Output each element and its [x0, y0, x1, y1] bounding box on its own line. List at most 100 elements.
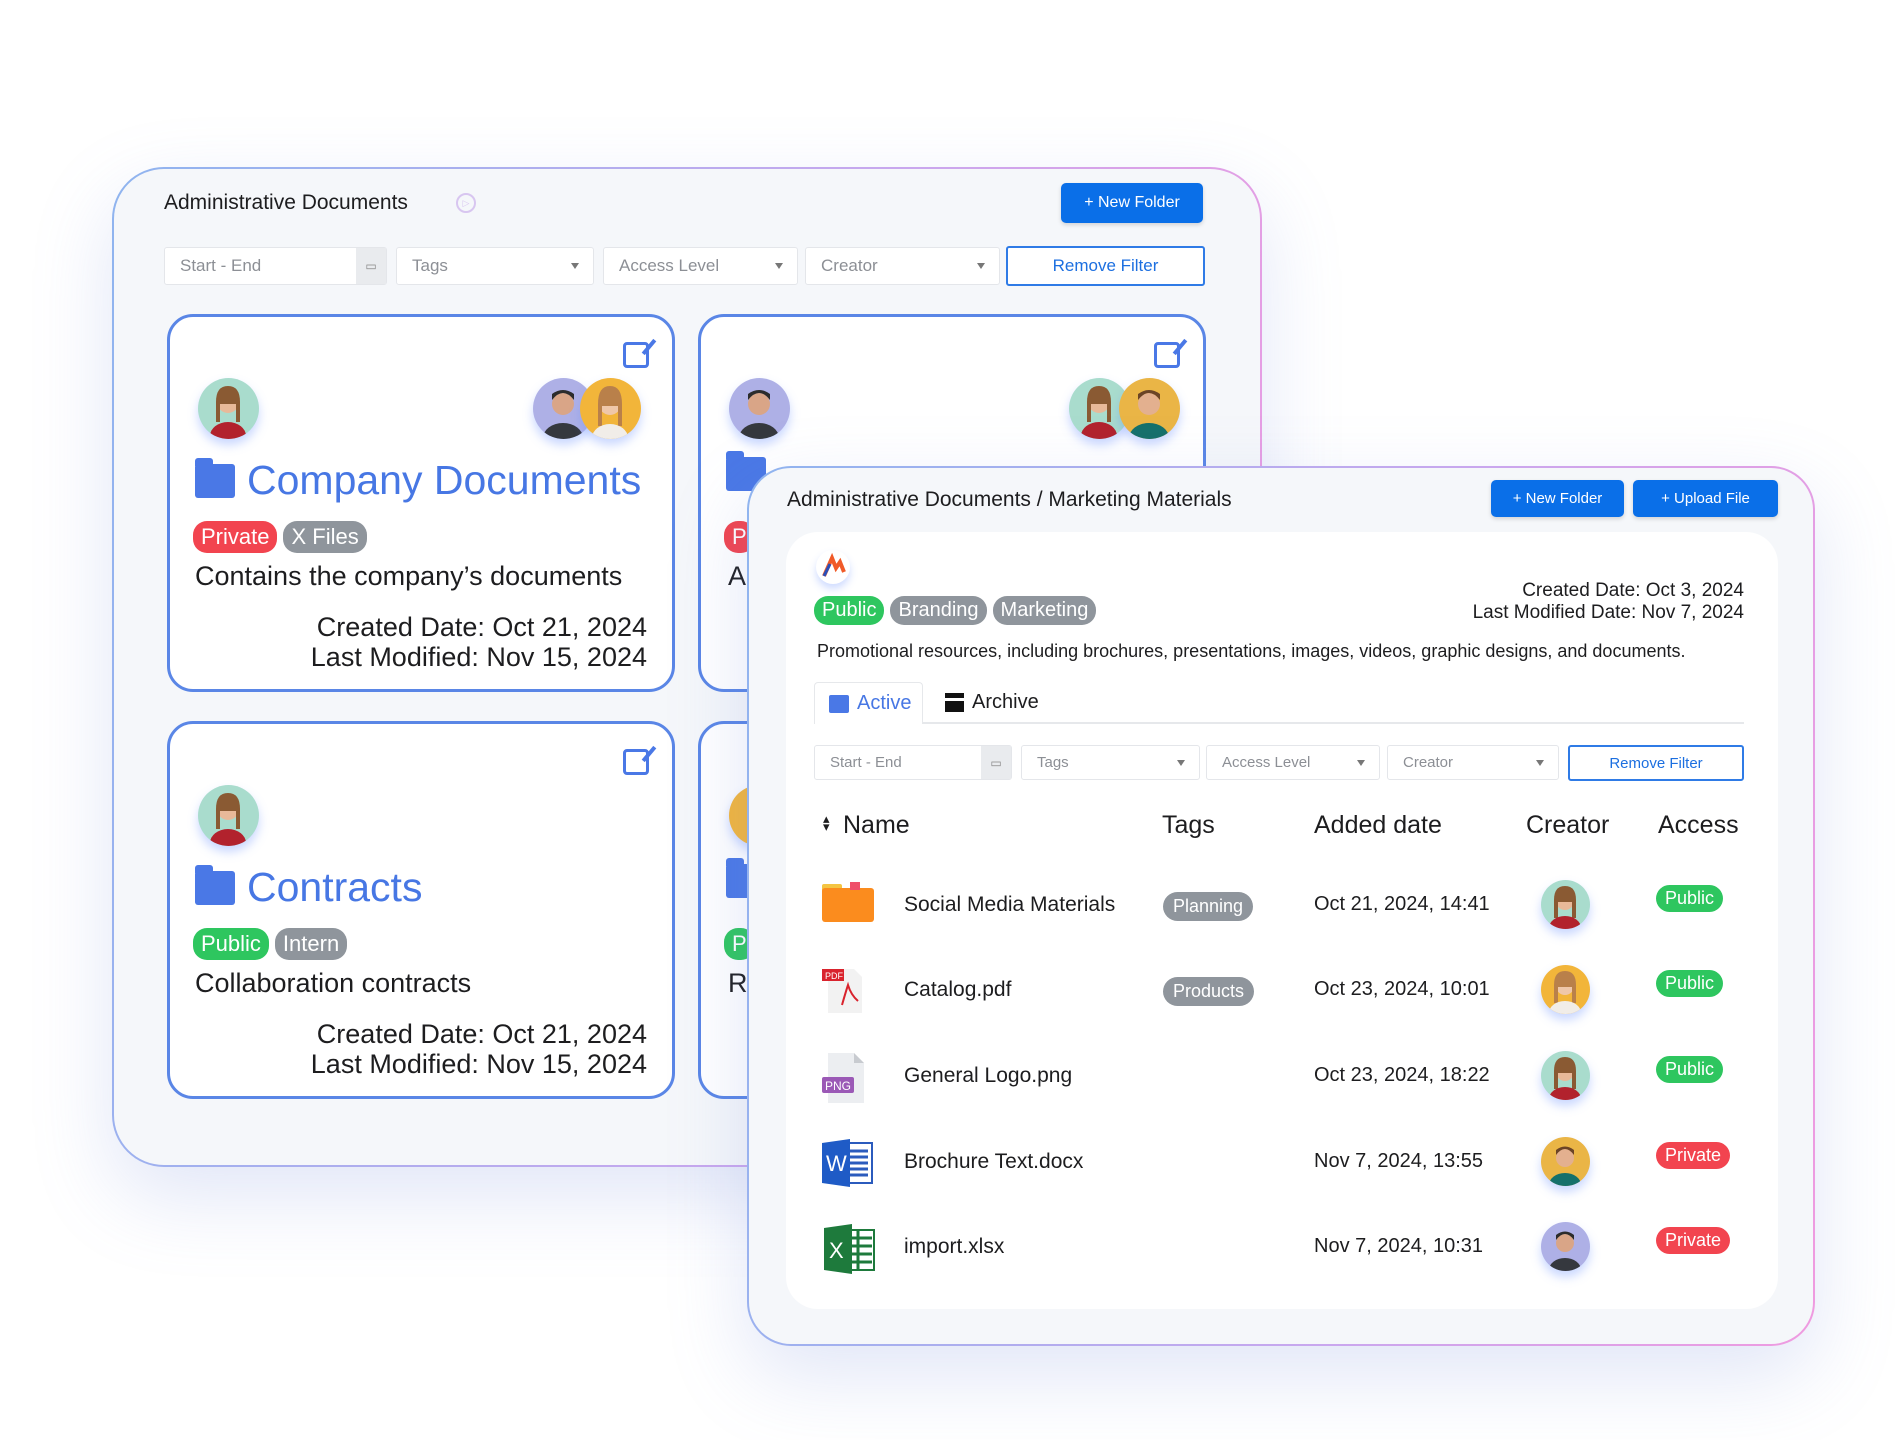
avatar [729, 378, 790, 439]
chevron-down-icon [977, 263, 985, 269]
edit-icon[interactable] [623, 342, 649, 368]
table-row[interactable]: W Brochure Text.docx Nov 7, 2024, 13:55 … [786, 1133, 1778, 1193]
tag-list: Public Intern [193, 928, 353, 960]
folder-description: A [728, 561, 747, 591]
tab-active[interactable]: Active [814, 682, 923, 724]
folder-dates: Created Date: Oct 3, 2024 Last Modified D… [1472, 580, 1744, 623]
creator-avatar [1541, 880, 1590, 929]
folder-card-company-documents[interactable]: Company Documents Private X Files Contain… [167, 314, 675, 692]
edit-icon[interactable] [1154, 342, 1180, 368]
tab-archive[interactable]: Archive [945, 682, 1039, 722]
chevron-down-icon [775, 263, 783, 269]
added-date: Nov 7, 2024, 13:55 [1314, 1150, 1484, 1172]
creator-avatar [1541, 1051, 1590, 1100]
tag-list: Private X Files [193, 521, 373, 553]
folder-icon [829, 694, 849, 713]
tag-badge: Intern [274, 928, 348, 960]
avatar [198, 785, 259, 846]
sort-icon[interactable]: ▴ ▾ [823, 812, 830, 833]
tag-badge: X Files [283, 521, 367, 553]
table-row[interactable]: PDF Catalog.pdf Products Oct 23, 2024, 1… [786, 961, 1778, 1021]
access-badge: Private [1656, 1142, 1731, 1169]
folder-icon [820, 880, 876, 929]
svg-text:PDF: PDF [825, 971, 844, 981]
added-date: Oct 23, 2024, 10:01 [1314, 978, 1490, 1000]
avatar [580, 378, 641, 439]
folder-title[interactable]: Company Documents [195, 457, 641, 504]
access-badge: Public [1656, 970, 1724, 997]
column-header-added-date: Added date [1314, 811, 1442, 839]
new-folder-button[interactable]: + New Folder [1061, 183, 1203, 223]
chevron-down-icon [1177, 759, 1185, 766]
access-badge: Public [1656, 885, 1724, 912]
folder-icon [195, 864, 235, 905]
table-row[interactable]: PNG General Logo.png Oct 23, 2024, 18:22… [786, 1047, 1778, 1107]
tag-badge: Public [193, 928, 269, 960]
date-range-filter[interactable]: Start - End ▭ [164, 247, 387, 285]
archive-icon [945, 692, 964, 712]
new-folder-button[interactable]: + New Folder [1491, 480, 1624, 517]
added-date: Oct 21, 2024, 14:41 [1314, 893, 1490, 915]
column-header-name[interactable]: Name [843, 811, 910, 840]
upload-file-button[interactable]: + Upload File [1633, 480, 1778, 517]
file-name[interactable]: General Logo.png [904, 1064, 1072, 1088]
folder-card-contracts[interactable]: Contracts Public Intern Collaboration con… [167, 721, 675, 1099]
table-row[interactable]: Social Media Materials Planning Oct 21, … [786, 876, 1778, 936]
avatar [1119, 378, 1180, 439]
calendar-icon: ▭ [981, 746, 1011, 779]
calendar-icon: ▭ [356, 248, 386, 284]
file-name[interactable]: import.xlsx [904, 1235, 1004, 1259]
date-range-filter[interactable]: Start - End ▭ [814, 745, 1012, 780]
folder-title[interactable]: Contracts [195, 864, 422, 911]
column-header-creator: Creator [1526, 811, 1610, 839]
svg-text:PNG: PNG [825, 1079, 851, 1093]
tags-filter[interactable]: Tags [1021, 745, 1200, 780]
chevron-down-icon [571, 263, 579, 269]
column-header-tags: Tags [1162, 811, 1215, 839]
added-date: Oct 23, 2024, 18:22 [1314, 1064, 1490, 1086]
word-file-icon: W [820, 1137, 876, 1194]
file-name[interactable]: Catalog.pdf [904, 978, 1011, 1002]
chevron-down-icon [1536, 759, 1544, 766]
folder-icon [195, 457, 235, 498]
pdf-file-icon: PDF [820, 965, 870, 1020]
png-file-icon: PNG [820, 1051, 870, 1110]
tag-badge: Branding [890, 596, 987, 625]
creator-avatar [1541, 1222, 1590, 1271]
added-date: Nov 7, 2024, 10:31 [1314, 1235, 1484, 1257]
avatar [198, 378, 259, 439]
svg-text:X: X [829, 1238, 844, 1263]
access-level-filter[interactable]: Access Level [603, 247, 798, 285]
tab-divider [814, 722, 1744, 724]
access-badge: Public [1656, 1056, 1724, 1083]
chevron-down-icon [1357, 759, 1365, 766]
creator-filter[interactable]: Creator [805, 247, 1000, 285]
remove-filter-button[interactable]: Remove Filter [1006, 246, 1205, 286]
folder-description: R [728, 968, 748, 998]
creator-filter[interactable]: Creator [1387, 745, 1559, 780]
remove-filter-button[interactable]: Remove Filter [1568, 745, 1744, 781]
folder-dates: Created Date: Oct 21, 2024 Last Modified:… [310, 612, 647, 672]
folder-description: Contains the company’s documents [195, 561, 623, 591]
column-header-access: Access [1658, 811, 1739, 839]
breadcrumb: Administrative Documents / Marketing Mat… [787, 488, 1232, 511]
folder-description: Promotional resources, including brochur… [817, 641, 1686, 661]
excel-file-icon: X [820, 1222, 876, 1281]
tags-filter[interactable]: Tags [396, 247, 594, 285]
tag-badge: Public [814, 596, 885, 625]
creator-avatar [1541, 1137, 1590, 1186]
table-row[interactable]: X import.xlsx Nov 7, 2024, 10:31 Private [786, 1218, 1778, 1278]
creator-avatar [1541, 965, 1590, 1014]
folder-dates: Created Date: Oct 21, 2024 Last Modified:… [310, 1019, 647, 1079]
tag-list: Public Branding Marketing [814, 596, 1102, 625]
play-circle-icon[interactable]: ▷ [456, 193, 476, 213]
edit-icon[interactable] [623, 749, 649, 775]
back-panel-title: Administrative Documents [164, 191, 408, 214]
tag-badge: Products [1163, 977, 1255, 1006]
tag-badge: Private [193, 521, 278, 553]
access-level-filter[interactable]: Access Level [1206, 745, 1380, 780]
file-name[interactable]: Brochure Text.docx [904, 1150, 1083, 1174]
file-name[interactable]: Social Media Materials [904, 893, 1115, 917]
tag-badge: Planning [1163, 892, 1254, 921]
folder-description: Collaboration contracts [195, 968, 472, 998]
